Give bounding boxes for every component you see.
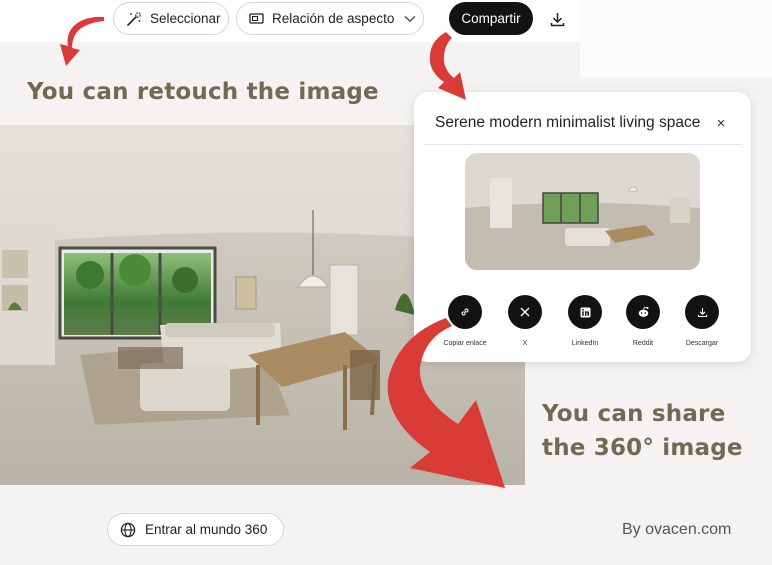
- share-caption-line1: You can share: [542, 401, 726, 427]
- select-label: Seleccionar: [150, 11, 221, 26]
- x-icon[interactable]: [508, 295, 542, 329]
- share-copy-link[interactable]: Copiar enlace: [435, 295, 495, 347]
- share-modal: Serene modern minimalist living space × …: [414, 92, 751, 362]
- aspect-ratio-icon: [249, 13, 264, 24]
- arrow-to-share-modal-icon: [429, 32, 466, 100]
- enter-360-world-button[interactable]: Entrar al mundo 360: [107, 513, 284, 546]
- aspect-ratio-label: Relación de aspecto: [272, 11, 395, 26]
- select-button[interactable]: Seleccionar: [113, 2, 229, 35]
- share-option-label: Reddit: [632, 340, 654, 347]
- toolbar-right-area: [580, 0, 772, 78]
- share-x[interactable]: X: [495, 295, 555, 347]
- close-icon[interactable]: ×: [714, 115, 728, 132]
- share-option-label: Descargar: [685, 340, 719, 347]
- download-button[interactable]: [546, 8, 568, 30]
- reddit-icon[interactable]: [626, 295, 660, 329]
- download-icon: [550, 12, 564, 26]
- share-linkedin[interactable]: LinkedIn: [555, 295, 615, 347]
- modal-divider: [424, 144, 742, 145]
- link-icon[interactable]: [448, 295, 482, 329]
- share-caption-line2: the 360° image: [542, 435, 743, 461]
- chevron-down-icon: [404, 15, 416, 22]
- share-option-label: LinkedIn: [571, 340, 599, 347]
- share-option-label: X: [522, 340, 528, 347]
- image-preview-thumbnail: [465, 153, 700, 270]
- share-caption: You can share the 360° image: [542, 397, 743, 465]
- globe-icon: [120, 522, 136, 537]
- share-button[interactable]: Compartir: [449, 2, 533, 35]
- enter-360-world-label: Entrar al mundo 360: [145, 522, 268, 537]
- share-option-label: Copiar enlace: [443, 340, 487, 347]
- download-icon[interactable]: [685, 295, 719, 329]
- retouch-caption: You can retouch the image: [27, 79, 379, 105]
- credit-text: By ovacen.com: [622, 521, 732, 538]
- magic-select-icon: [127, 11, 141, 26]
- linkedin-icon[interactable]: [568, 295, 602, 329]
- modal-title: Serene modern minimalist living space: [435, 114, 701, 131]
- share-reddit[interactable]: Reddit: [613, 295, 673, 347]
- aspect-ratio-dropdown[interactable]: Relación de aspecto: [236, 2, 424, 35]
- share-download[interactable]: Descargar: [672, 295, 732, 347]
